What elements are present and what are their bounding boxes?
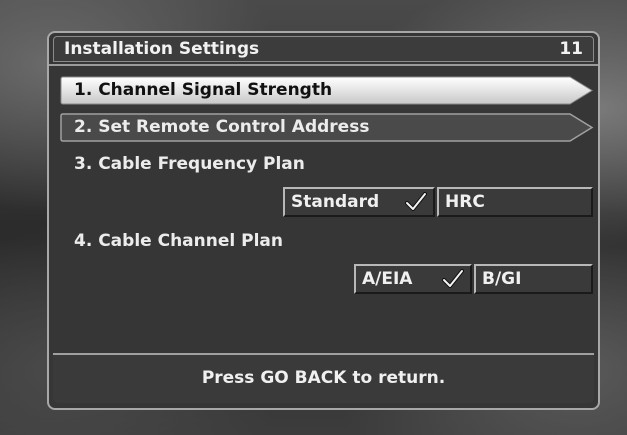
menu-item-label: 1. Channel Signal Strength	[74, 80, 333, 100]
check-icon	[442, 269, 464, 288]
title-divider	[49, 64, 598, 66]
option-label: HRC	[445, 192, 485, 212]
option-label: Standard	[291, 192, 380, 212]
option-standard[interactable]: Standard	[283, 187, 435, 217]
menu-item-cable-channel-plan[interactable]: 4. Cable Channel Plan	[74, 231, 283, 251]
menu-item-label: 2. Set Remote Control Address	[74, 117, 370, 137]
menu-item-cable-frequency-plan[interactable]: 3. Cable Frequency Plan	[74, 154, 305, 174]
installation-settings-dialog: Installation Settings 11 1. Channel Sign…	[47, 31, 600, 410]
option-label: A/EIA	[362, 269, 413, 289]
footer-hint: Press GO BACK to return.	[201, 368, 446, 388]
menu-item-set-remote-control-address[interactable]: 2. Set Remote Control Address	[60, 113, 594, 142]
dialog-title: Installation Settings	[64, 39, 260, 59]
option-a-eia[interactable]: A/EIA	[354, 264, 472, 294]
footer-hint-bar: Press GO BACK to return.	[53, 353, 594, 403]
option-b-gi[interactable]: B/GI	[474, 264, 593, 294]
check-icon	[405, 192, 427, 211]
page-number: 11	[559, 39, 583, 59]
title-bar: Installation Settings 11	[53, 36, 594, 62]
option-label: B/GI	[482, 269, 522, 289]
menu-item-channel-signal-strength[interactable]: 1. Channel Signal Strength	[60, 76, 594, 105]
option-hrc[interactable]: HRC	[437, 187, 593, 217]
